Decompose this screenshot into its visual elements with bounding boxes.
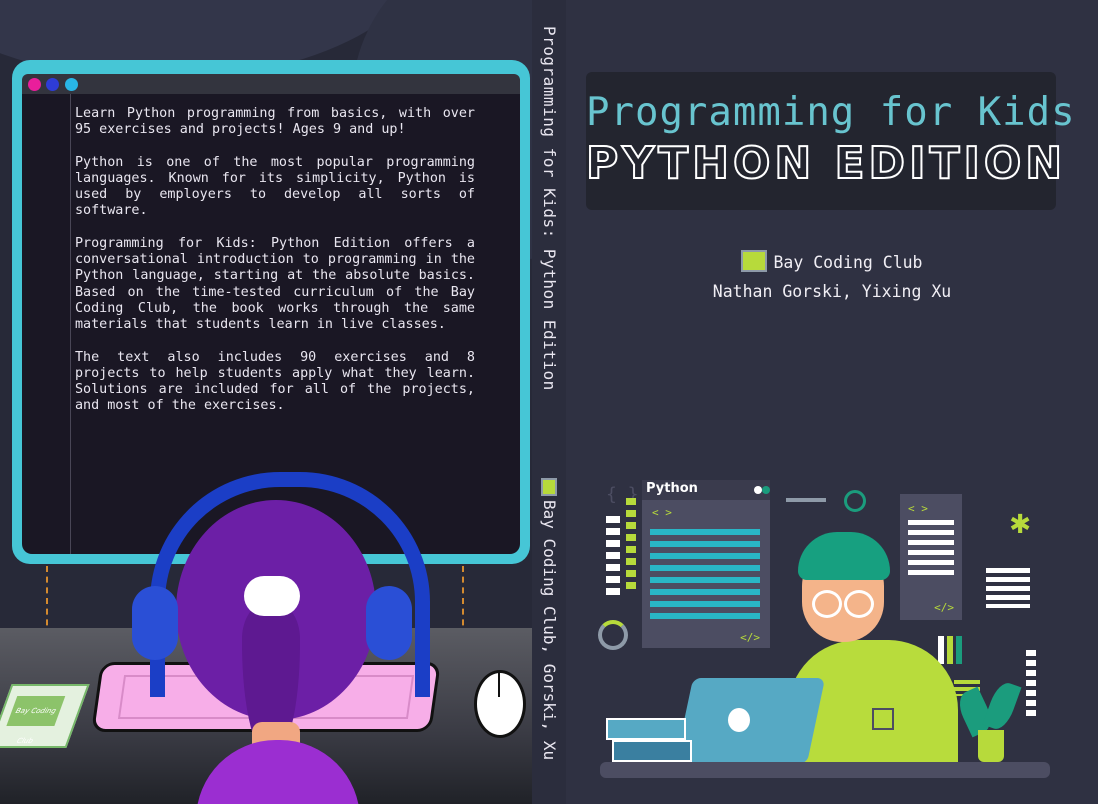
book-title: Programming for Kids	[586, 90, 1076, 135]
headphone-cup-left-illustration	[132, 586, 178, 660]
window-dot-icon	[754, 486, 762, 494]
window-dot-blue-icon	[46, 78, 59, 91]
code-panel-illustration: < > </>	[900, 494, 962, 620]
blurb-paragraph: Learn Python programming from basics, wi…	[75, 106, 475, 138]
code-lines-icon	[986, 568, 1030, 608]
laptop-illustration	[674, 678, 826, 764]
plant-pot-illustration	[978, 730, 1004, 762]
book-subtitle: PYTHON EDITION	[585, 137, 1067, 190]
front-cover: Programming for Kids PYTHON EDITION Bay …	[566, 0, 1098, 804]
list-lines-icon	[626, 498, 636, 594]
books-stack-illustration	[606, 718, 692, 762]
python-window-title: Python	[646, 481, 698, 496]
publisher-row: Bay Coding Club	[566, 250, 1098, 272]
code-tag-icon: </>	[740, 631, 760, 644]
circle-node-icon	[844, 490, 866, 512]
headphone-cup-right-illustration	[366, 586, 412, 660]
python-window-illustration: Python < > </>	[642, 480, 770, 648]
list-lines-icon	[606, 516, 620, 596]
spine-author-line: Bay Coding Club, Gorski, Xu	[540, 500, 559, 761]
club-logo-icon	[741, 250, 768, 272]
plant-leaf-icon	[982, 679, 1022, 733]
book-cover: Learn Python programming from basics, wi…	[0, 0, 1098, 804]
python-window-bar: Python	[642, 480, 770, 500]
spine-title: Programming for Kids: Python Edition	[540, 26, 559, 391]
title-box: Programming for Kids PYTHON EDITION	[585, 72, 1076, 210]
blurb-paragraph: Programming for Kids: Python Edition off…	[75, 235, 475, 333]
window-dot-pink-icon	[28, 78, 41, 91]
code-tag-icon: < >	[652, 506, 672, 519]
glasses-icon	[812, 590, 842, 618]
cable-line	[462, 566, 464, 636]
book-spine: Programming for Kids: Python Edition Bay…	[532, 0, 566, 804]
blurb-paragraph: The text also includes 90 exercises and …	[75, 349, 475, 414]
cable-line	[46, 566, 48, 636]
badge-icon	[872, 708, 894, 730]
code-gutter-line	[70, 94, 71, 554]
desk-line-illustration	[600, 762, 1050, 778]
book-icon	[606, 718, 686, 740]
back-cover-blurb: Learn Python programming from basics, wi…	[75, 106, 475, 431]
code-lines-icon	[650, 526, 760, 622]
bar-chart-icon	[938, 636, 962, 664]
loading-ring-icon	[598, 620, 628, 650]
boy-hair-illustration	[798, 532, 890, 580]
list-lines-icon	[1026, 650, 1036, 716]
glasses-icon	[844, 590, 874, 618]
window-title-bar	[22, 74, 520, 94]
code-tag-icon: </>	[934, 601, 954, 614]
laptop-logo-icon	[728, 708, 750, 732]
blurb-paragraph: Python is one of the most popular progra…	[75, 154, 475, 219]
club-logo-icon	[541, 478, 557, 496]
publisher-name: Bay Coding Club	[773, 253, 923, 272]
window-dot-cyan-icon	[65, 78, 78, 91]
scrunchie-illustration	[244, 576, 300, 616]
back-cover: Learn Python programming from basics, wi…	[0, 0, 532, 804]
line-icon	[786, 498, 826, 502]
code-tag-icon: < >	[908, 502, 928, 515]
mouse-illustration	[474, 670, 526, 738]
window-dot-icon	[762, 486, 770, 494]
book-label: Bay Coding Club	[6, 696, 66, 745]
book-icon	[612, 740, 692, 762]
code-lines-icon	[908, 520, 954, 580]
author-names: Nathan Gorski, Yixing Xu	[712, 282, 952, 301]
gear-icon: ✱	[1010, 502, 1031, 542]
